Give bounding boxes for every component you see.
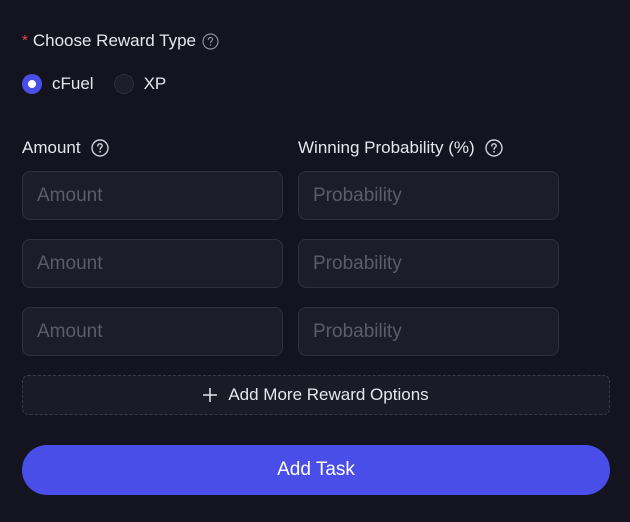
radio-option-cfuel[interactable]: cFuel [22,74,94,94]
probability-column-label: Winning Probability (%) [298,137,503,159]
question-circle-icon[interactable] [484,139,503,157]
amount-label-text: Amount [22,138,81,157]
amount-column-label: Amount [22,137,109,159]
reward-type-label: * Choose Reward Type [22,30,219,52]
radio-label-cfuel: cFuel [52,74,94,93]
probability-input[interactable] [298,307,559,356]
question-circle-icon[interactable] [201,32,219,50]
probability-label-text: Winning Probability (%) [298,138,475,157]
radio-button-checked[interactable] [22,74,42,94]
radio-button-unchecked[interactable] [113,74,134,94]
amount-input[interactable] [22,239,283,288]
reward-type-radio-group: cFuel XP [22,73,186,95]
add-more-reward-options-button[interactable]: Add More Reward Options [22,375,610,415]
plus-icon [203,388,218,402]
reward-type-text: Choose Reward Type [32,31,197,50]
radio-label-xp: XP [143,74,167,93]
probability-input[interactable] [298,239,559,288]
probability-input[interactable] [298,171,559,220]
required-marker: * [22,31,28,49]
add-more-label: Add More Reward Options [228,385,429,404]
add-task-button[interactable]: Add Task [22,445,610,495]
amount-input[interactable] [22,171,283,220]
question-circle-icon[interactable] [90,139,109,157]
radio-option-xp[interactable]: XP [113,74,167,94]
reward-form: * Choose Reward Type cFuel XP Amount Win… [0,0,630,522]
amount-input[interactable] [22,307,283,356]
add-task-label: Add Task [277,459,355,480]
